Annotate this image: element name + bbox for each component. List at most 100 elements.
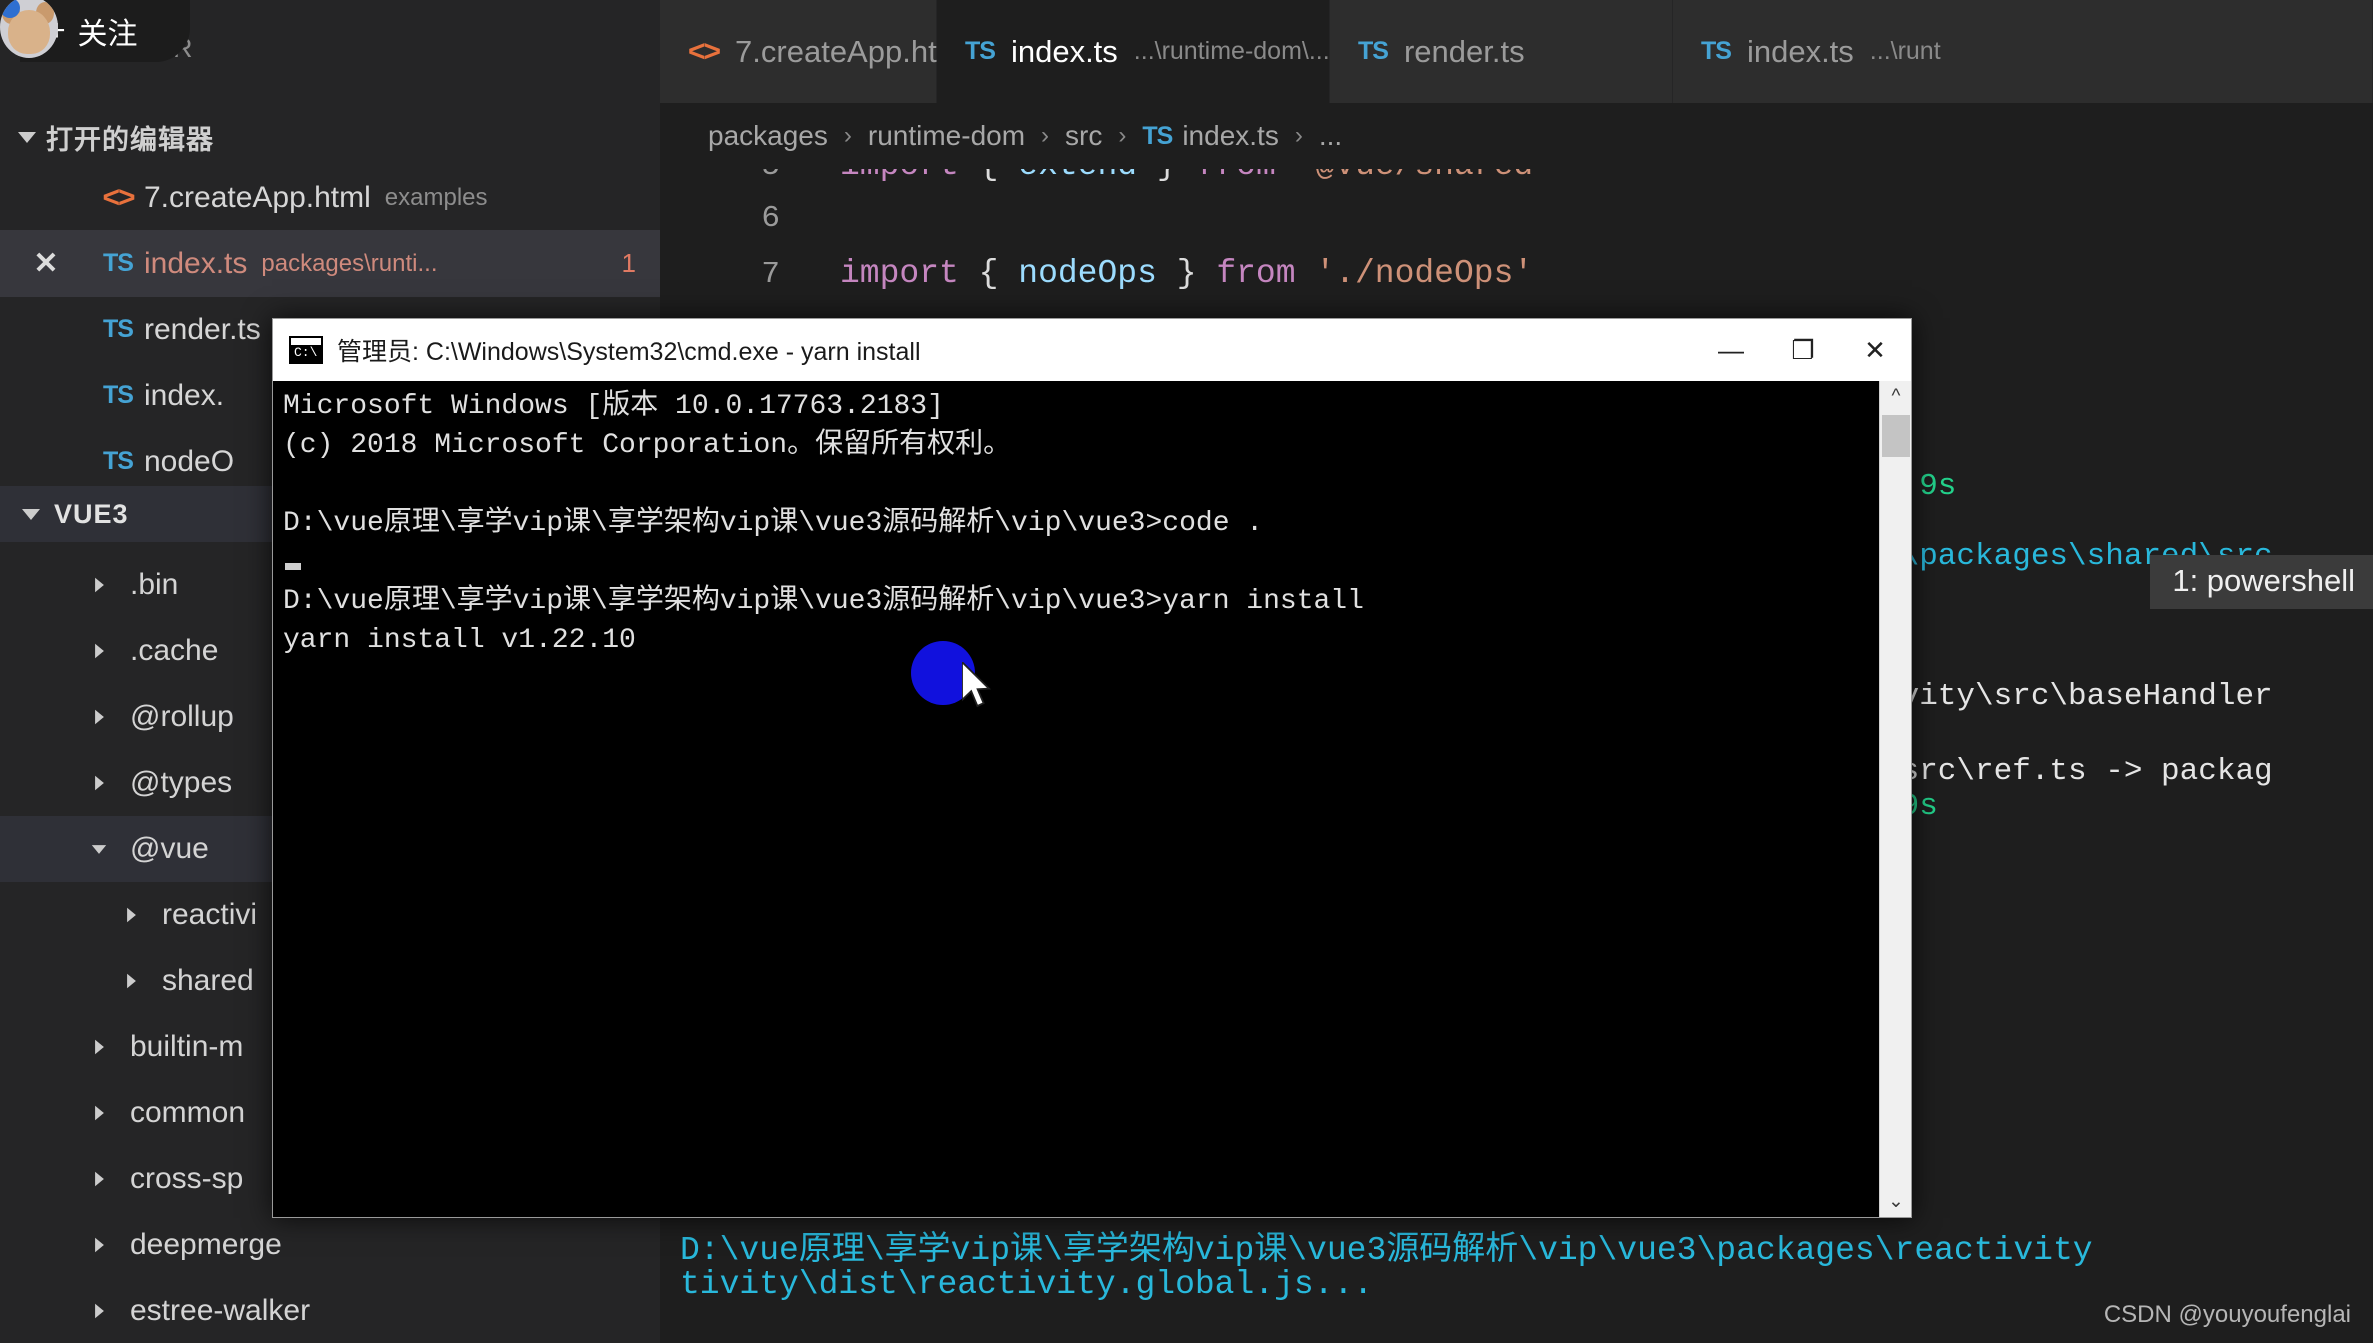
chevron-right-icon[interactable]: [82, 774, 116, 792]
code-content: import { nodeOps } from './nodeOps': [840, 255, 1534, 292]
tree-item-label: cross-sp: [130, 1162, 244, 1195]
cmd-scrollbar[interactable]: ^ ⌄: [1879, 381, 1911, 1217]
breadcrumb-item-3[interactable]: index.ts: [1182, 120, 1279, 152]
tree-item-deepmerge[interactable]: deepmerge: [0, 1212, 660, 1278]
open-editor-path: examples: [384, 183, 488, 211]
terminal-output-line: D:\vue原理\享学vip课\享学架构vip课\vue3源码解析\vip\vu…: [680, 1232, 2093, 1269]
open-editor-name: index.ts: [144, 246, 248, 280]
typescript-file-icon: TS: [1142, 121, 1173, 150]
typescript-file-icon: TS: [965, 37, 996, 65]
breadcrumb-item-0[interactable]: packages: [708, 120, 828, 152]
line-number: 6: [761, 201, 780, 236]
breadcrumb-item-1[interactable]: runtime-dom: [868, 120, 1025, 152]
tab-label: index.ts: [1010, 33, 1118, 69]
terminal-output-line: \src\ref.ts -> packag: [1890, 754, 2273, 789]
typescript-file-icon: TS: [103, 447, 134, 475]
tab-label: render.ts: [1403, 33, 1525, 69]
chevron-right-icon[interactable]: [82, 1302, 116, 1320]
follow-overlay[interactable]: + 关注: [0, 0, 190, 62]
open-editor-name: nodeO: [144, 444, 235, 478]
scroll-down-icon[interactable]: ⌄: [1880, 1185, 1911, 1217]
tab-render-ts[interactable]: TS render.ts: [1330, 0, 1673, 103]
problem-count-badge: 1: [621, 248, 636, 278]
code-line: 6: [660, 201, 840, 236]
open-editors-section-header[interactable]: 打开的编辑器: [0, 110, 660, 164]
line-number: 7: [761, 257, 780, 292]
watermark: CSDN @youyoufenglai: [2103, 1301, 2351, 1328]
code-line: 5 import { extend } from '@vue/shared': [660, 169, 1553, 184]
typescript-file-icon: TS: [1358, 37, 1389, 65]
tree-item-label: .cache: [130, 634, 219, 667]
maximize-button[interactable]: ❐: [1767, 319, 1839, 381]
tree-item-estree-walker[interactable]: estree-walker: [0, 1278, 660, 1343]
html-file-icon: <>: [102, 180, 135, 214]
chevron-right-icon[interactable]: [82, 1038, 116, 1056]
cmd-title-bar[interactable]: C:\ 管理员: C:\Windows\System32\cmd.exe - y…: [273, 319, 1911, 381]
chevron-right-icon[interactable]: [82, 708, 116, 726]
cmd-console-output: Microsoft Windows [版本 10.0.17763.2183] (…: [283, 391, 1364, 656]
cmd-console-window[interactable]: C:\ 管理员: C:\Windows\System32\cmd.exe - y…: [272, 318, 1912, 1218]
minimize-button[interactable]: —: [1695, 319, 1767, 381]
tree-item-label: shared: [162, 964, 254, 997]
close-button[interactable]: ✕: [1839, 319, 1911, 381]
tab-7-createapp-html[interactable]: <> 7.createApp.html: [660, 0, 969, 103]
chevron-down-icon[interactable]: [82, 844, 116, 855]
editor-tab-bar: <> 7.createApp.html TS index.ts ...\runtime-…: [660, 0, 2373, 103]
tree-item-label: deepmerge: [130, 1228, 282, 1261]
chevron-right-icon[interactable]: [82, 1170, 116, 1188]
code-line: 7 import { nodeOps } from './nodeOps': [660, 255, 1533, 292]
tree-item-label: builtin-m: [130, 1030, 244, 1063]
html-file-icon: <>: [688, 34, 721, 68]
window-controls: — ❐ ✕: [1695, 319, 1911, 381]
chevron-right-icon[interactable]: [82, 576, 116, 594]
tree-item-label: reactivi: [162, 898, 258, 931]
scroll-up-icon[interactable]: ^: [1880, 381, 1911, 413]
open-editor-item[interactable]: <> 7.createApp.html examples: [0, 164, 660, 231]
tab-path: ...\runtime-dom\...: [1133, 37, 1330, 65]
chevron-right-icon[interactable]: [82, 1236, 116, 1254]
terminal-instance-tab[interactable]: 1: powershell: [2150, 555, 2373, 609]
open-editors-label: 打开的编辑器: [46, 124, 214, 155]
scrollbar-thumb[interactable]: [1882, 415, 1910, 457]
tree-item-label: @vue: [130, 832, 209, 865]
tab-label: index.ts: [1746, 33, 1854, 69]
tab-index-ts[interactable]: TS index.ts ...\runt: [1673, 0, 2373, 103]
breadcrumb-item-4[interactable]: ...: [1319, 120, 1342, 152]
tree-item-label: common: [130, 1096, 246, 1129]
close-icon[interactable]: ✕: [0, 248, 92, 279]
tab-label: 7.createApp.html: [735, 33, 970, 69]
typescript-file-icon: TS: [103, 381, 134, 409]
cmd-window-title: 管理员: C:\Windows\System32\cmd.exe - yarn …: [337, 338, 921, 366]
tree-item-label: .bin: [130, 568, 179, 601]
open-editor-name: render.ts: [144, 312, 261, 346]
typescript-file-icon: TS: [103, 315, 134, 343]
cmd-caret: [285, 563, 301, 570]
chevron-right-icon[interactable]: [114, 972, 148, 990]
chevron-down-icon: [8, 508, 54, 520]
terminal-output-line: ivity\src\baseHandler: [1890, 679, 2273, 714]
code-content: import { extend } from '@vue/shared': [840, 169, 1553, 184]
terminal-output-line: tivity\dist\reactivity.global.js...: [680, 1266, 1374, 1303]
tree-item-label: @rollup: [130, 700, 234, 733]
breadcrumb-item-2[interactable]: src: [1065, 120, 1102, 152]
chevron-right-icon[interactable]: [114, 906, 148, 924]
typescript-file-icon: TS: [1701, 37, 1732, 65]
chevron-right-icon: ›: [843, 122, 852, 149]
chevron-right-icon[interactable]: [82, 642, 116, 660]
console-icon: C:\: [289, 336, 323, 364]
project-root-label: VUE3: [54, 498, 129, 529]
typescript-file-icon: TS: [103, 249, 134, 277]
cmd-console-body[interactable]: Microsoft Windows [版本 10.0.17763.2183] (…: [273, 381, 1911, 1217]
chevron-right-icon[interactable]: [82, 1104, 116, 1122]
open-editor-item[interactable]: ✕ TS index.ts packages\runti... 1: [0, 230, 660, 297]
screen: EXPLORER 打开的编辑器 <>7.createApp.htmlexampl…: [0, 0, 2373, 1343]
tab-path: ...\runt: [1869, 37, 1941, 65]
breadcrumb[interactable]: packages › runtime-dom › src › TS index.…: [660, 103, 2373, 169]
open-editor-name: index.: [144, 378, 225, 412]
terminal-panel[interactable]: 1.9s3\packages\shared\srcivity\src\baseH…: [1890, 169, 2373, 1343]
tab-index-ts[interactable]: TSindex.ts...\runtime-dom\...✕: [937, 0, 1377, 103]
open-editor-name: 7.createApp.html: [144, 180, 371, 214]
chevron-down-icon: [8, 131, 46, 143]
chevron-right-icon: ›: [1294, 122, 1303, 149]
follow-label: 关注: [77, 18, 138, 51]
